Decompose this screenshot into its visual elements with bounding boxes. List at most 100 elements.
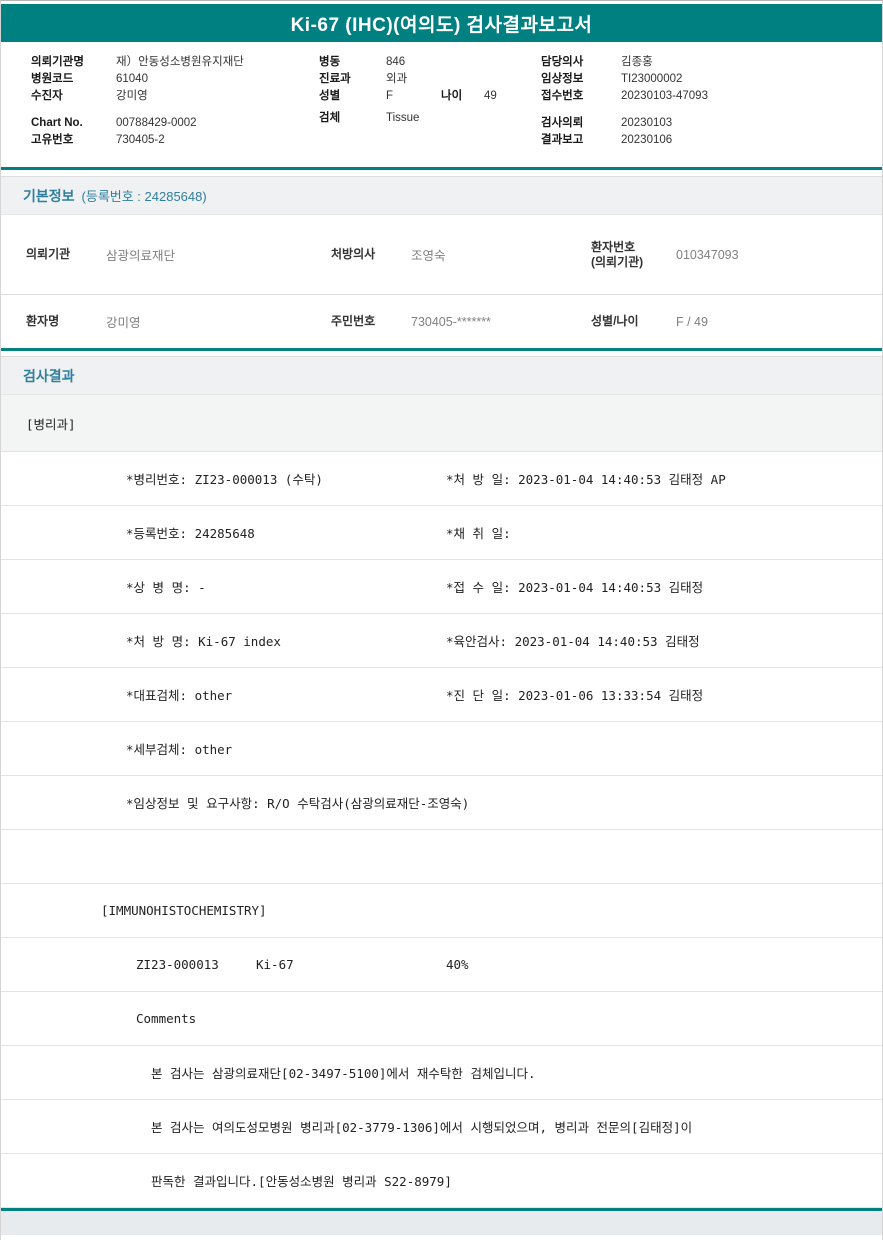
field-value: 조영숙 xyxy=(411,249,446,263)
comment-text: 판독한 결과입니다.[안동성소병원 병리과 S22-8979] xyxy=(151,1174,452,1189)
comment-row: 본 검사는 삼광의료재단[02-3497-5100]에서 재수탁한 검체입니다. xyxy=(1,1046,882,1100)
field-row: 임상정보 TI23000002 xyxy=(541,71,882,88)
field-label: 임상정보 xyxy=(541,73,584,85)
result-left-text: *처 방 명: Ki-67 index xyxy=(126,634,281,649)
field: 성별/나이 F / 49 xyxy=(591,314,882,329)
department-label: [병리과] xyxy=(26,416,76,432)
field-label: 주민번호 xyxy=(331,314,376,328)
field-label: 병원코드 xyxy=(31,73,74,85)
field-value: 강미영 xyxy=(106,316,141,330)
report-title-bar: Ki-67 (IHC)(여의도) 검사결과보고서 xyxy=(1,4,882,42)
field-value: 강미영 xyxy=(116,90,148,102)
ihc-result-row: ZI23-000013 Ki-67 40% xyxy=(1,938,882,992)
field: 의뢰기관 삼광의료재단 xyxy=(26,245,331,264)
field-row: 결과보고 20230106 xyxy=(541,132,882,149)
field-value: 61040 xyxy=(116,73,148,85)
result-left-text: *대표검체: other xyxy=(126,688,233,703)
field-value: 20230103 xyxy=(621,117,673,129)
result-row-empty xyxy=(1,830,882,884)
section-title: 기본정보 xyxy=(23,187,75,204)
field-label: 접수번호 xyxy=(541,90,584,102)
comment-row: 본 검사는 여의도성모병원 병리과[02-3779-1306]에서 시행되었으며… xyxy=(1,1100,882,1154)
field-row: 수진자 강미영 xyxy=(31,88,319,105)
result-left-text: *등록번호: 24285648 xyxy=(126,526,255,541)
department-row: [병리과] xyxy=(1,395,882,452)
field-value: 730405-2 xyxy=(116,134,165,146)
field: 처방의사 조영숙 xyxy=(331,245,591,264)
field-label: 결과보고 xyxy=(541,134,584,146)
field-value: 00788429-0002 xyxy=(116,117,197,129)
field-value: TI23000002 xyxy=(621,73,683,85)
result-row: *등록번호: 24285648 *채 취 일: xyxy=(1,506,882,560)
ihc-test-value: 40% xyxy=(446,957,469,972)
field-label: 검사의뢰 xyxy=(541,117,584,129)
field-value: 010347093 xyxy=(676,247,739,262)
result-right-text: *접 수 일: 2023-01-04 14:40:53 김태정 xyxy=(446,580,704,595)
page-title: Ki-67 (IHC)(여의도) 검사결과보고서 xyxy=(290,14,593,36)
field-label: 진료과 xyxy=(319,73,351,85)
field-row: 의뢰기관명 재）안동성소병원유지재단 xyxy=(31,54,319,71)
field-label: 검체 xyxy=(319,112,341,124)
comment-row: 판독한 결과입니다.[안동성소병원 병리과 S22-8979] xyxy=(1,1154,882,1208)
field-value: F xyxy=(386,90,394,102)
field-label: 성별 xyxy=(319,90,341,102)
patient-header-right-column: 담당의사 김종홍 임상정보 TI23000002 접수번호 20230103-4… xyxy=(541,54,882,167)
result-row: *임상정보 및 요구사항: R/O 수탁검사(삼광의료재단-조영숙) xyxy=(1,776,882,830)
field-row: 성별 F 나이 49 xyxy=(319,88,541,105)
field-row: 고유번호 730405-2 xyxy=(31,132,319,149)
results-header-bar: 검사결과 xyxy=(1,356,882,395)
field-label: 고유번호 xyxy=(31,134,74,146)
field-label: 성별/나이 xyxy=(591,314,639,328)
field-value: 846 xyxy=(386,56,406,68)
field-label: Chart No. xyxy=(31,117,83,129)
section-subtitle: (등록번호 : 24285648) xyxy=(81,189,207,204)
field: 환자번호 (의뢰기관) 010347093 xyxy=(591,240,882,270)
field-label: 수진자 xyxy=(31,90,63,102)
result-right-text: *육안검사: 2023-01-04 14:40:53 김태정 xyxy=(446,634,700,649)
ihc-specimen-code: ZI23-000013 xyxy=(136,957,219,972)
field-row: 병원코드 61040 xyxy=(31,71,319,88)
comment-text: 본 검사는 삼광의료재단[02-3497-5100]에서 재수탁한 검체입니다. xyxy=(151,1066,536,1081)
result-right-text: *처 방 일: 2023-01-04 14:40:53 김태정 AP xyxy=(446,472,726,487)
field-row: 접수번호 20230103-47093 xyxy=(541,88,882,105)
field-row: 검체 Tissue xyxy=(319,110,541,127)
result-left-text: *세부검체: other xyxy=(126,742,233,757)
field-label: 병동 xyxy=(319,56,341,68)
comments-label: Comments xyxy=(136,1011,197,1026)
result-left-text: *상 병 명: - xyxy=(126,580,206,595)
result-row: *처 방 명: Ki-67 index *육안검사: 2023-01-04 14… xyxy=(1,614,882,668)
report-page: Ki-67 (IHC)(여의도) 검사결과보고서 의뢰기관명 재）안동성소병원유… xyxy=(0,0,883,1240)
field-row: Chart No. 00788429-0002 xyxy=(31,115,319,132)
result-row: *대표검체: other *진 단 일: 2023-01-06 13:33:54… xyxy=(1,668,882,722)
results-section: 검사결과 [병리과] *병리번호: ZI23-000013 (수탁) *처 방 … xyxy=(1,356,882,1211)
page-footer xyxy=(1,1211,882,1235)
field-label: 담당의사 xyxy=(541,56,584,68)
field-row: 진료과 외과 xyxy=(319,71,541,88)
basic-info-header-bar: 기본정보 (등록번호 : 24285648) xyxy=(1,176,882,215)
field-label: 환자명 xyxy=(26,314,60,328)
field-label: 처방의사 xyxy=(331,247,376,261)
basic-info-row: 의뢰기관 삼광의료재단 처방의사 조영숙 환자번호 (의뢰기관) 0103470… xyxy=(1,215,882,295)
section-title: 검사결과 xyxy=(23,367,75,384)
result-right-text: *채 취 일: xyxy=(446,526,511,541)
field-value: 730405-******* xyxy=(411,314,491,329)
result-row: *병리번호: ZI23-000013 (수탁) *처 방 일: 2023-01-… xyxy=(1,452,882,506)
field-value: 외과 xyxy=(386,73,408,85)
field: 주민번호 730405-******* xyxy=(331,314,591,329)
field-label: 의뢰기관명 xyxy=(31,56,84,68)
ihc-header-label: [IMMUNOHISTOCHEMISTRY] xyxy=(101,903,267,918)
patient-header-left-column: 의뢰기관명 재）안동성소병원유지재단 병원코드 61040 수진자 강미영 Ch… xyxy=(31,54,319,167)
field-value: 김종홍 xyxy=(621,56,653,68)
field-value: 20230103-47093 xyxy=(621,90,708,102)
patient-header-section: 의뢰기관명 재）안동성소병원유지재단 병원코드 61040 수진자 강미영 Ch… xyxy=(1,42,882,170)
result-row: *상 병 명: - *접 수 일: 2023-01-04 14:40:53 김태… xyxy=(1,560,882,614)
field-value: F / 49 xyxy=(676,314,708,329)
field: 환자명 강미영 xyxy=(26,312,331,331)
ihc-test-name: Ki-67 xyxy=(256,957,294,972)
result-left-text: *임상정보 및 요구사항: R/O 수탁검사(삼광의료재단-조영숙) xyxy=(126,796,470,811)
result-right-text: *진 단 일: 2023-01-06 13:33:54 김태정 xyxy=(446,688,704,703)
result-row: *세부검체: other xyxy=(1,722,882,776)
result-left-text: *병리번호: ZI23-000013 (수탁) xyxy=(126,472,323,487)
field-value: 20230106 xyxy=(621,134,673,146)
comment-text: 본 검사는 여의도성모병원 병리과[02-3779-1306]에서 시행되었으며… xyxy=(151,1120,693,1135)
